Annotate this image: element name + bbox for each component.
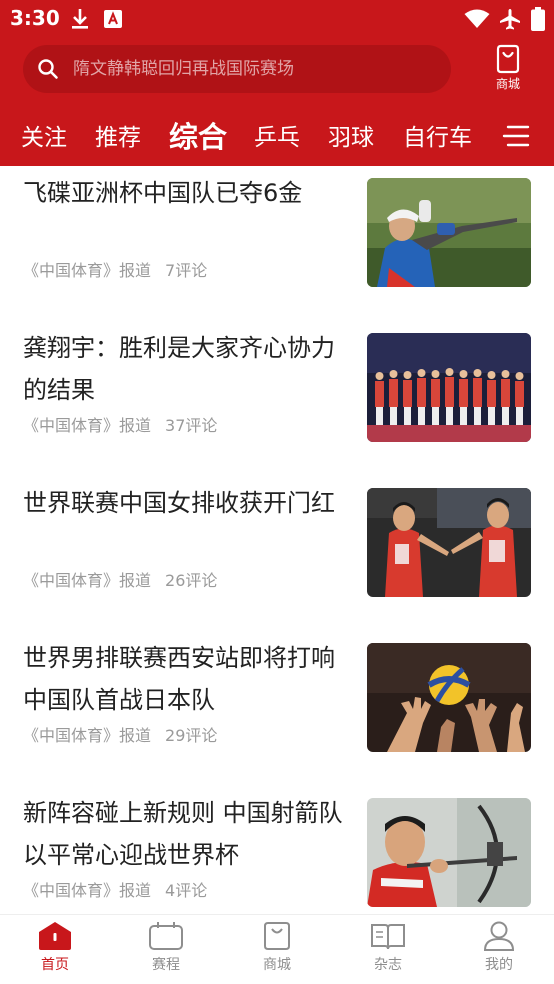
search-input[interactable]	[73, 55, 443, 83]
top-header: 3:30 商城 关注 推荐 综合 乒乓	[0, 0, 554, 166]
mall-button[interactable]: 商城	[485, 44, 531, 96]
nav-profile-label: 我的	[485, 957, 513, 973]
tab-general[interactable]: 综合	[169, 114, 227, 156]
profile-icon	[483, 921, 515, 951]
airplane-mode-icon	[497, 6, 523, 32]
mall-label: 商城	[495, 77, 520, 91]
nav-magazine[interactable]: 杂志	[353, 921, 423, 974]
shopping-bag-icon	[264, 922, 290, 950]
tab-cycling[interactable]: 自行车	[403, 118, 472, 152]
article-title: 飞碟亚洲杯中国队已夺6金	[23, 179, 303, 207]
article-source: 《中国体育》报道	[23, 726, 152, 745]
article-item[interactable]: 世界联赛中国女排收获开门红 《中国体育》报道 26评论	[0, 482, 554, 637]
nav-schedule-label: 赛程	[152, 957, 180, 973]
article-source: 《中国体育》报道	[23, 571, 152, 590]
search-bar[interactable]	[23, 45, 451, 93]
nav-home-label: 首页	[41, 957, 69, 973]
menu-icon[interactable]	[502, 122, 530, 150]
article-comments: 26评论	[165, 571, 218, 590]
article-title: 世界男排联赛西安站即将打响中国队首战日本队	[23, 644, 335, 714]
article-comments: 4评论	[165, 881, 208, 900]
status-bar: 3:30	[0, 0, 554, 38]
article-comments: 7评论	[165, 261, 208, 280]
nav-home[interactable]: 首页	[20, 921, 90, 974]
magazine-book-icon	[371, 924, 405, 950]
article-source: 《中国体育》报道	[23, 261, 152, 280]
article-title: 龚翔宇：胜利是大家齐心协力的结果	[23, 334, 335, 404]
archer-aiming-photo	[367, 798, 531, 907]
app-notification-icon	[104, 6, 122, 32]
volleyball-players-celebrating-photo	[367, 488, 531, 597]
home-icon	[39, 922, 71, 950]
tab-follow[interactable]: 关注	[21, 118, 67, 152]
nav-profile[interactable]: 我的	[464, 921, 534, 974]
article-title: 新阵容碰上新规则 中国射箭队以平常心迎战世界杯	[23, 799, 343, 869]
shooting-athlete-photo	[367, 178, 531, 287]
download-icon	[70, 6, 90, 32]
article-title: 世界联赛中国女排收获开门红	[23, 489, 335, 517]
nav-mall-label: 商城	[263, 957, 291, 973]
article-source: 《中国体育》报道	[23, 416, 152, 435]
category-tabs: 关注 推荐 综合 乒乓 羽球 自行车	[0, 106, 554, 164]
article-item[interactable]: 龚翔宇：胜利是大家齐心协力的结果 《中国体育》报道 37评论	[0, 327, 554, 482]
battery-icon	[530, 6, 546, 32]
status-time: 3:30	[10, 6, 60, 30]
nav-mall[interactable]: 商城	[242, 921, 312, 974]
article-source: 《中国体育》报道	[23, 881, 152, 900]
article-meta: 《中国体育》报道 7评论	[23, 257, 221, 281]
article-item[interactable]: 世界男排联赛西安站即将打响中国队首战日本队 《中国体育》报道 29评论	[0, 637, 554, 792]
wifi-icon	[463, 6, 491, 32]
nav-schedule[interactable]: 赛程	[131, 921, 201, 974]
tab-table-tennis[interactable]: 乒乓	[254, 118, 300, 152]
schedule-icon	[149, 922, 183, 950]
article-meta: 《中国体育》报道 4评论	[23, 877, 221, 901]
article-meta: 《中国体育》报道 29评论	[23, 722, 231, 746]
article-meta: 《中国体育》报道 26评论	[23, 567, 231, 591]
bottom-navigation: 首页 赛程 商城 杂志 我的	[0, 914, 554, 984]
tab-badminton[interactable]: 羽球	[328, 118, 374, 152]
article-item[interactable]: 飞碟亚洲杯中国队已夺6金 《中国体育》报道 7评论	[0, 172, 554, 327]
article-comments: 29评论	[165, 726, 218, 745]
tab-recommended[interactable]: 推荐	[95, 118, 141, 152]
search-icon	[38, 59, 58, 79]
article-meta: 《中国体育》报道 37评论	[23, 412, 231, 436]
volleyball-block-photo	[367, 643, 531, 752]
nav-magazine-label: 杂志	[374, 957, 402, 973]
article-comments: 37评论	[165, 416, 218, 435]
volleyball-team-lineup-photo	[367, 333, 531, 442]
shopping-bag-icon	[496, 44, 520, 74]
